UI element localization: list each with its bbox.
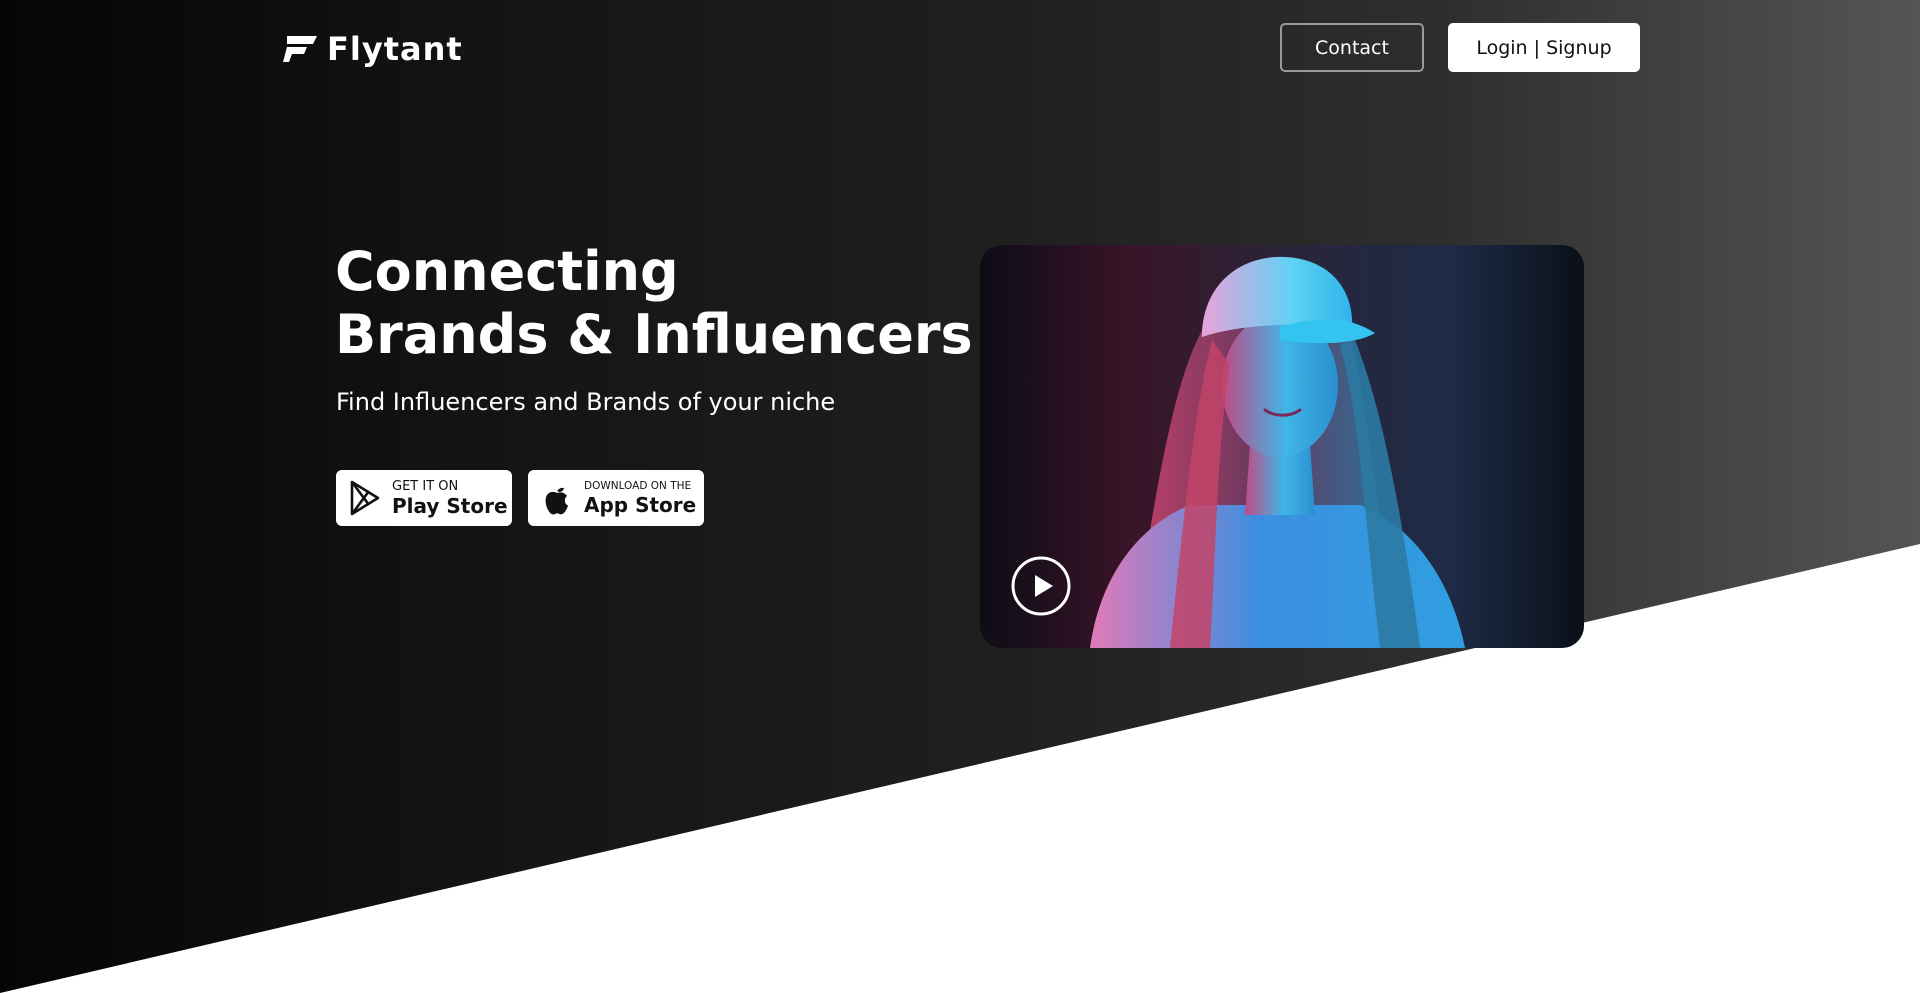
apple-icon bbox=[545, 487, 568, 515]
headline-line-2: Brands & Influencers bbox=[335, 303, 973, 366]
google-play-icon bbox=[350, 480, 380, 516]
logo-text: Flytant bbox=[327, 30, 463, 68]
contact-button[interactable]: Contact bbox=[1280, 23, 1424, 72]
play-icon[interactable] bbox=[1011, 556, 1071, 616]
play-store-big-label: Play Store bbox=[392, 494, 508, 518]
login-signup-button[interactable]: Login | Signup bbox=[1448, 23, 1640, 72]
logo[interactable]: Flytant bbox=[283, 30, 463, 68]
app-store-text: DOWNLOAD ON THE App Store bbox=[584, 481, 696, 515]
play-store-small-label: GET IT ON bbox=[392, 479, 459, 494]
headline-line-1: Connecting bbox=[335, 240, 679, 303]
hero-background bbox=[0, 0, 1920, 993]
play-store-button[interactable]: GET IT ON Play Store bbox=[336, 470, 512, 526]
app-store-button[interactable]: DOWNLOAD ON THE App Store bbox=[528, 470, 704, 526]
play-store-text: GET IT ON Play Store bbox=[392, 480, 508, 516]
flytant-logo-icon bbox=[283, 36, 317, 62]
app-store-big-label: App Store bbox=[584, 492, 697, 517]
promo-video[interactable] bbox=[980, 245, 1584, 648]
landing-page: Flytant Contact Login | Signup Connectin… bbox=[0, 0, 1920, 993]
app-store-small-label: DOWNLOAD ON THE bbox=[584, 480, 692, 493]
hero-subtitle: Find Influencers and Brands of your nich… bbox=[336, 388, 836, 416]
hero-headline: Connecting Brands & Influencers bbox=[335, 240, 973, 366]
